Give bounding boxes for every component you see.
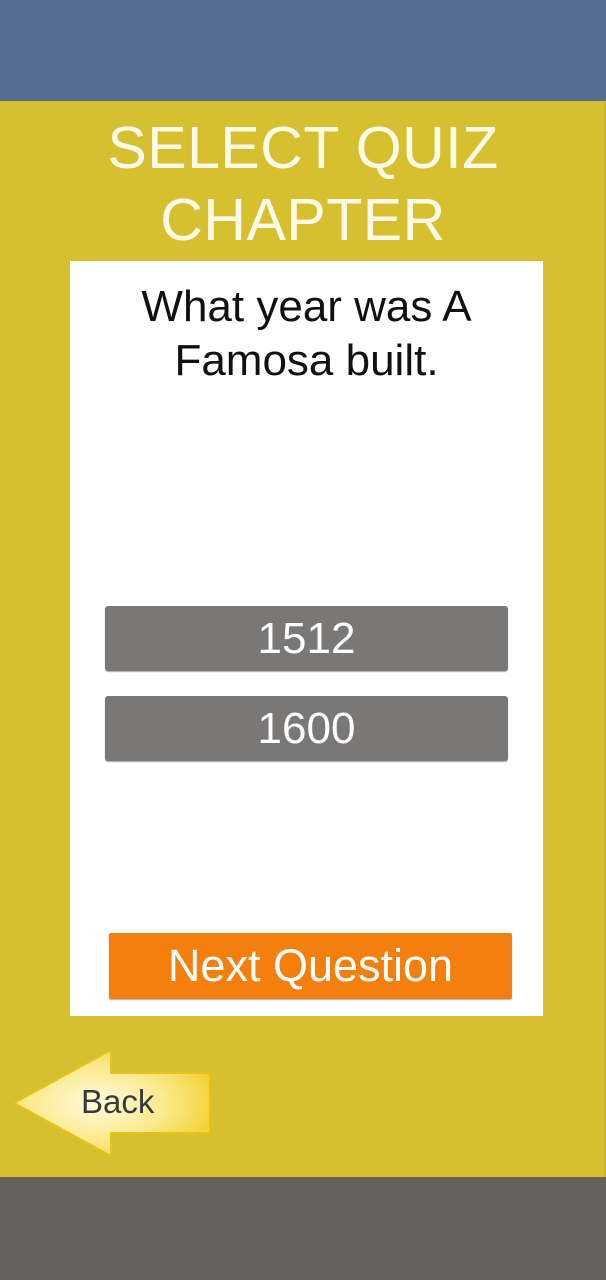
page-title: SELECT QUIZ CHAPTER [0,112,606,256]
page-title-line-1: SELECT QUIZ [107,115,499,181]
back-button[interactable]: Back [13,1048,212,1158]
question-line-2: Famosa built. [174,336,439,385]
back-label: Back [81,1083,155,1120]
question-text: What year was A Famosa built. [70,280,543,388]
bottom-bar [0,1177,606,1280]
answer-button-1512[interactable]: 1512 [105,606,508,671]
next-question-button[interactable]: Next Question [109,933,512,999]
answer-label-1: 1512 [257,614,356,663]
next-question-label: Next Question [167,940,454,991]
answer-button-1600[interactable]: 1600 [105,696,508,761]
answer-label-2: 1600 [257,704,356,753]
question-line-1: What year was A [141,282,472,331]
page-title-line-2: CHAPTER [160,187,446,253]
top-bar [0,0,606,101]
